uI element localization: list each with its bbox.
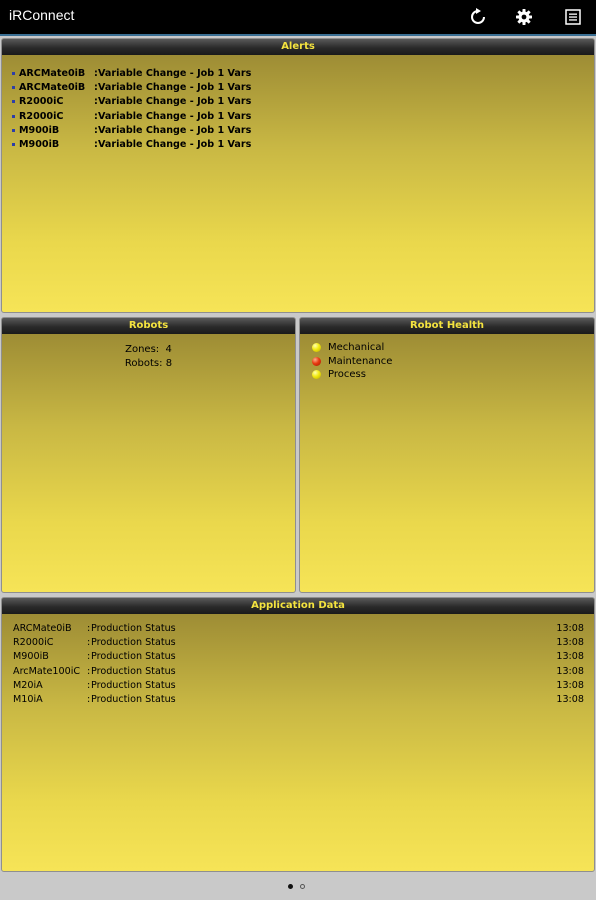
- page-indicator: [0, 876, 596, 900]
- status-dot-icon: [312, 356, 321, 366]
- alert-message: Variable Change - Job 1 Vars: [98, 82, 252, 94]
- robots-panel-title: Robots: [2, 318, 295, 334]
- alert-robot-name: M900iB: [19, 138, 60, 150]
- app-separator: :: [87, 665, 91, 677]
- app-robot-name: M900iB: [13, 651, 49, 663]
- robots-panel[interactable]: Robots Zones: 4 Robots: 8: [1, 317, 296, 593]
- robots-count: Robots: 8: [2, 358, 295, 372]
- health-label: Process: [328, 369, 366, 380]
- refresh-icon: [471, 8, 485, 24]
- alert-robot-name: R2000iC: [19, 96, 64, 108]
- app-robot-name: ArcMate100iC: [13, 665, 81, 677]
- alert-message: Variable Change - Job 1 Vars: [98, 96, 252, 108]
- health-label: Mechanical: [328, 342, 385, 353]
- app-separator: :: [87, 623, 91, 634]
- app-separator: :: [87, 637, 91, 649]
- app-time: 13:08: [556, 665, 584, 677]
- app-status: Production Status: [91, 665, 176, 677]
- gear-icon: [516, 9, 532, 25]
- app-time: 13:08: [556, 637, 584, 649]
- alert-message: Variable Change - Job 1 Vars: [98, 124, 252, 136]
- app-time: 13:08: [556, 651, 584, 663]
- settings-button[interactable]: [510, 3, 538, 31]
- robots-value: 8: [165, 358, 173, 369]
- alert-message: Variable Change - Job 1 Vars: [98, 138, 252, 150]
- application-data-panel-title: Application Data: [2, 598, 594, 614]
- status-dot-icon: [312, 343, 321, 352]
- app-bar: iRConnect: [0, 0, 596, 34]
- app-time: 13:08: [556, 693, 584, 705]
- alert-robot-name: M900iB: [19, 124, 60, 136]
- robot-health-panel[interactable]: Robot Health Mechanical Maintenance Proc…: [299, 317, 595, 593]
- alerts-panel-title: Alerts: [2, 39, 594, 55]
- app-status: Production Status: [91, 623, 176, 634]
- bullet-icon: [12, 114, 15, 118]
- app-status: Production Status: [91, 693, 176, 705]
- application-data-row[interactable]: ARCMate0iB : Production Status 13:08: [13, 623, 584, 637]
- zones-label: Zones:: [125, 344, 160, 355]
- alert-message: Variable Change - Job 1 Vars: [98, 110, 252, 122]
- bullet-icon: [12, 142, 15, 146]
- app-robot-name: M10iA: [13, 693, 43, 705]
- application-data-row[interactable]: M20iA : Production Status 13:08: [13, 680, 584, 694]
- alerts-panel: Alerts ARCMate0iB : Variable Change - Jo…: [1, 38, 595, 313]
- application-data-row[interactable]: R2000iC : Production Status 13:08: [13, 637, 584, 651]
- page-dot-inactive[interactable]: [300, 884, 305, 889]
- bullet-icon: [12, 128, 15, 132]
- alert-robot-name: ARCMate0iB: [19, 82, 86, 94]
- alert-robot-name: ARCMate0iB: [19, 68, 86, 79]
- app-time: 13:08: [556, 679, 584, 691]
- app-title: iRConnect: [9, 7, 75, 23]
- application-data-row[interactable]: M10iA : Production Status 13:08: [13, 694, 584, 708]
- health-label: Maintenance: [328, 355, 393, 367]
- app-separator: :: [87, 651, 91, 663]
- app-status: Production Status: [91, 637, 176, 649]
- robot-health-panel-title: Robot Health: [300, 318, 594, 334]
- bullet-icon: [12, 86, 15, 90]
- application-data-row[interactable]: ArcMate100iC : Production Status 13:08: [13, 666, 584, 680]
- bullet-icon: [12, 72, 15, 75]
- zones-value: 4: [165, 344, 172, 355]
- app-robot-name: R2000iC: [13, 637, 54, 649]
- refresh-button[interactable]: [464, 3, 492, 31]
- app-robot-name: ARCMate0iB: [13, 623, 72, 634]
- zones-count: Zones: 4: [2, 344, 295, 358]
- application-data-panel: Application Data ARCMate0iB : Production…: [1, 597, 595, 872]
- application-data-list: ARCMate0iB : Production Status 13:08 R20…: [13, 623, 584, 708]
- robots-summary: Zones: 4 Robots: 8: [2, 344, 295, 372]
- page-dot-active[interactable]: [288, 884, 293, 889]
- alert-message: Variable Change - Job 1 Vars: [98, 68, 252, 79]
- application-data-row[interactable]: M900iB : Production Status 13:08: [13, 651, 584, 665]
- app-robot-name: M20iA: [13, 679, 43, 691]
- app-separator: :: [87, 679, 91, 691]
- bullet-icon: [12, 100, 15, 104]
- robots-label: Robots:: [124, 358, 163, 369]
- alert-robot-name: R2000iC: [19, 110, 64, 122]
- menu-button[interactable]: [559, 3, 587, 31]
- app-separator: :: [87, 693, 91, 705]
- list-icon: [565, 9, 581, 25]
- app-bar-divider: [0, 34, 596, 36]
- status-dot-icon: [312, 370, 321, 379]
- app-status: Production Status: [91, 651, 176, 663]
- app-time: 13:08: [556, 623, 584, 634]
- app-status: Production Status: [91, 679, 176, 691]
